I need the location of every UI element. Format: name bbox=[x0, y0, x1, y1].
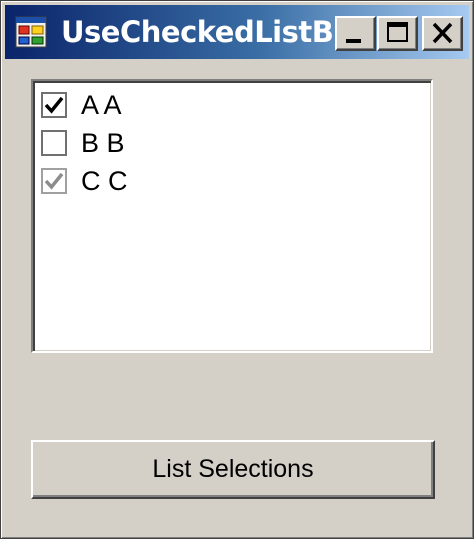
checked-list-box[interactable]: A A B B C C bbox=[31, 79, 433, 353]
checkmark-icon bbox=[44, 96, 64, 114]
list-selections-button[interactable]: List Selections bbox=[31, 440, 435, 499]
minimize-icon bbox=[346, 39, 361, 43]
minimize-button[interactable] bbox=[335, 16, 376, 51]
maximize-icon bbox=[387, 22, 408, 42]
title-bar[interactable]: UseCheckedListB... bbox=[5, 5, 469, 59]
close-button[interactable] bbox=[422, 16, 463, 51]
list-item-b[interactable]: B B bbox=[41, 125, 421, 161]
list-item-label: B B bbox=[81, 128, 125, 158]
window-title: UseCheckedListB... bbox=[61, 15, 337, 49]
checkmark-icon bbox=[44, 172, 64, 190]
checkbox-a[interactable] bbox=[41, 92, 67, 118]
checkbox-b[interactable] bbox=[41, 130, 67, 156]
list-item-label: C C bbox=[81, 166, 128, 196]
maximize-button[interactable] bbox=[377, 16, 418, 51]
app-form-icon[interactable] bbox=[15, 16, 47, 48]
close-icon bbox=[432, 22, 453, 44]
list-item-label: A A bbox=[81, 90, 122, 120]
checkbox-c[interactable] bbox=[41, 168, 67, 194]
list-item-a[interactable]: A A bbox=[41, 87, 421, 123]
list-item-c[interactable]: C C bbox=[41, 163, 421, 199]
app-window: UseCheckedListB... A A B B C C List Sele… bbox=[0, 0, 474, 539]
